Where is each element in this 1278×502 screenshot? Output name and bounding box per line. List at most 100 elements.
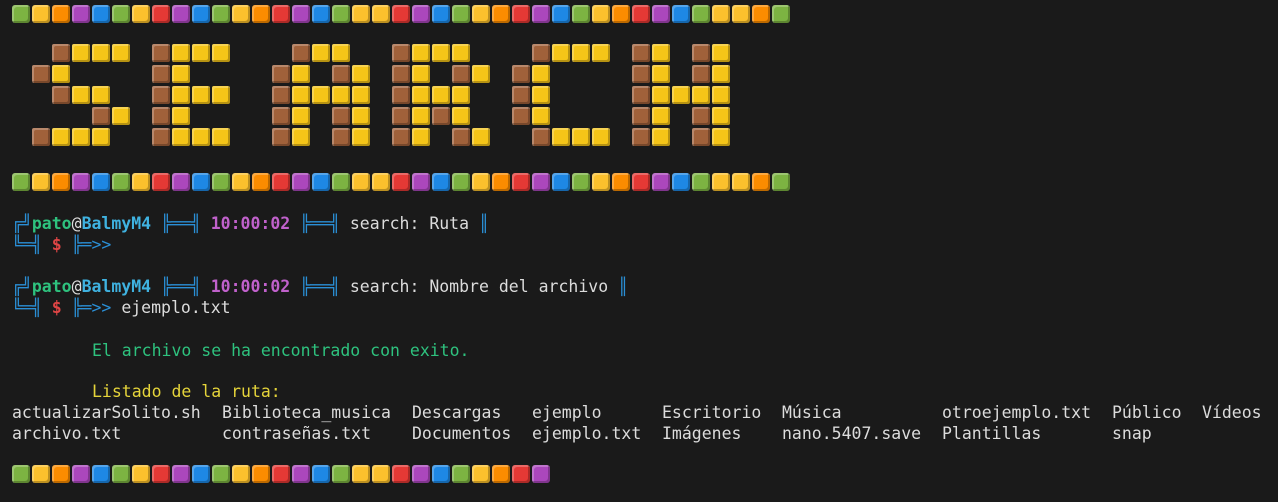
color-block bbox=[32, 465, 50, 483]
prompt-2-input-line: ╚═╣ $ ╠═>> ejemplo.txt bbox=[12, 297, 231, 318]
color-block bbox=[312, 173, 330, 191]
banner-block bbox=[192, 128, 210, 146]
listing-col-8: Público snap bbox=[1112, 402, 1182, 444]
prompt-2-arrow: ╠═>> bbox=[71, 298, 112, 317]
color-block bbox=[132, 173, 150, 191]
banner-block bbox=[172, 44, 190, 62]
color-block bbox=[152, 173, 170, 191]
prompt-1-sep-2: ╠══╣ bbox=[300, 214, 340, 233]
banner-block bbox=[432, 44, 450, 62]
banner-block bbox=[412, 86, 430, 104]
prompt-1-user: pato bbox=[31, 214, 72, 233]
banner-block bbox=[692, 86, 710, 104]
prompt-2-host: BalmyM4 bbox=[81, 277, 152, 296]
color-block bbox=[452, 5, 470, 23]
color-block bbox=[352, 173, 370, 191]
banner-block bbox=[572, 128, 590, 146]
color-block bbox=[492, 5, 510, 23]
color-block bbox=[672, 173, 690, 191]
color-block bbox=[492, 465, 510, 483]
banner-block bbox=[32, 128, 50, 146]
color-block bbox=[652, 173, 670, 191]
banner-block bbox=[312, 44, 330, 62]
prompt-1-dollar: $ bbox=[51, 235, 62, 254]
banner-block bbox=[192, 86, 210, 104]
listing-item: archivo.txt bbox=[12, 424, 122, 443]
color-block bbox=[252, 465, 270, 483]
listing-item: Público bbox=[1112, 403, 1182, 422]
color-block bbox=[412, 173, 430, 191]
color-block bbox=[592, 173, 610, 191]
banner-block bbox=[532, 128, 550, 146]
color-block bbox=[312, 465, 330, 483]
prompt-1-corner-bottom: ╚═╣ bbox=[12, 235, 42, 254]
banner-block bbox=[152, 65, 170, 83]
color-block bbox=[412, 465, 430, 483]
banner-block bbox=[512, 86, 530, 104]
color-block bbox=[432, 5, 450, 23]
color-block bbox=[452, 173, 470, 191]
listing-col-9: Vídeos bbox=[1202, 402, 1262, 423]
banner-block bbox=[172, 65, 190, 83]
color-block bbox=[752, 5, 770, 23]
banner-block bbox=[412, 128, 430, 146]
color-block bbox=[172, 173, 190, 191]
banner-block bbox=[272, 128, 290, 146]
banner-block bbox=[412, 44, 430, 62]
banner-block bbox=[272, 86, 290, 104]
color-block bbox=[332, 465, 350, 483]
listing-col-2: Biblioteca_musica contraseñas.txt bbox=[222, 402, 391, 444]
banner-block bbox=[72, 44, 90, 62]
prompt-2-input[interactable]: ejemplo.txt bbox=[121, 298, 230, 317]
banner-block bbox=[172, 86, 190, 104]
banner-block bbox=[52, 65, 70, 83]
listing-col-3: Descargas Documentos bbox=[412, 402, 511, 444]
prompt-1-arrow: ╠═>> bbox=[71, 235, 112, 254]
color-block bbox=[512, 173, 530, 191]
banner-block bbox=[652, 86, 670, 104]
banner-block bbox=[292, 44, 310, 62]
color-block bbox=[272, 5, 290, 23]
banner-block bbox=[592, 44, 610, 62]
banner-block bbox=[172, 128, 190, 146]
banner-block bbox=[292, 86, 310, 104]
banner-block bbox=[712, 44, 730, 62]
color-block bbox=[552, 173, 570, 191]
color-block bbox=[292, 173, 310, 191]
color-block bbox=[212, 465, 230, 483]
color-block bbox=[692, 5, 710, 23]
listing-item: Biblioteca_musica bbox=[222, 403, 391, 422]
color-block bbox=[132, 465, 150, 483]
banner-block bbox=[352, 65, 370, 83]
color-block bbox=[692, 173, 710, 191]
banner-block bbox=[392, 44, 410, 62]
banner-block bbox=[632, 86, 650, 104]
banner-block bbox=[112, 44, 130, 62]
color-block bbox=[152, 5, 170, 23]
prompt-1-end: ║ bbox=[479, 214, 489, 233]
color-block bbox=[392, 465, 410, 483]
color-block bbox=[52, 465, 70, 483]
color-block bbox=[372, 5, 390, 23]
listing-item: Plantillas bbox=[942, 424, 1042, 443]
banner-block bbox=[432, 86, 450, 104]
banner-block bbox=[52, 86, 70, 104]
color-block bbox=[472, 465, 490, 483]
color-block bbox=[372, 465, 390, 483]
banner-block bbox=[212, 86, 230, 104]
color-block bbox=[532, 173, 550, 191]
banner-block bbox=[532, 107, 550, 125]
color-block bbox=[52, 5, 70, 23]
color-block bbox=[392, 5, 410, 23]
banner-block bbox=[92, 44, 110, 62]
color-block bbox=[192, 465, 210, 483]
prompt-2-sep-1: ╠══╣ bbox=[161, 277, 201, 296]
prompt-1-host: BalmyM4 bbox=[81, 214, 152, 233]
banner-block bbox=[712, 128, 730, 146]
color-block bbox=[112, 173, 130, 191]
color-block bbox=[132, 5, 150, 23]
color-block bbox=[212, 5, 230, 23]
color-block bbox=[72, 173, 90, 191]
color-block bbox=[432, 173, 450, 191]
color-block bbox=[612, 173, 630, 191]
